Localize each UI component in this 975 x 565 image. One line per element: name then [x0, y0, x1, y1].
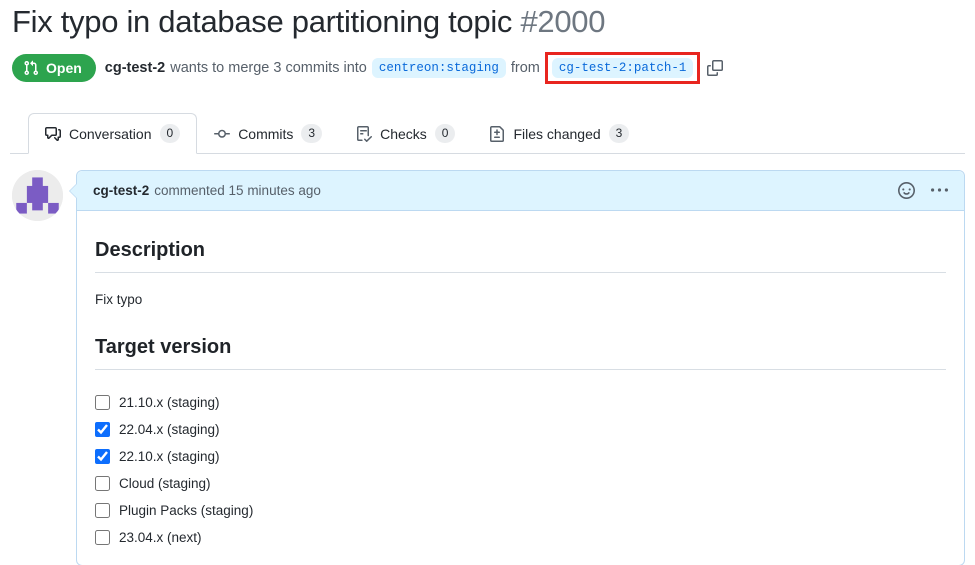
pr-number: #2000 — [520, 4, 605, 39]
task-item: 21.10.x (staging) — [95, 389, 946, 416]
comment-discussion-icon — [45, 126, 61, 142]
pr-tab-nav: Conversation 0 Commits 3 Checks 0 Files … — [10, 110, 965, 154]
comment-header: cg-test-2 commented 15 minutes ago — [77, 171, 964, 211]
git-pull-request-icon — [23, 60, 39, 76]
tab-files-changed-label: Files changed — [513, 126, 600, 142]
task-item: 22.10.x (staging) — [95, 443, 946, 470]
identicon-avatar-icon — [12, 170, 63, 221]
task-label: Plugin Packs (staging) — [119, 503, 253, 518]
tab-checks-label: Checks — [380, 126, 427, 142]
comment-menu-button[interactable] — [931, 182, 948, 199]
smiley-icon — [898, 182, 915, 199]
pr-author-link[interactable]: cg-test-2 — [105, 60, 165, 76]
head-branch-label[interactable]: cg-test-2:patch-1 — [552, 58, 694, 78]
checkbox-21-10-staging[interactable] — [95, 395, 110, 410]
description-heading: Description — [95, 239, 946, 273]
checkbox-cloud-staging[interactable] — [95, 476, 110, 491]
pr-status-row: Open cg-test-2 wants to merge 3 commits … — [12, 52, 965, 84]
comment-author-link[interactable]: cg-test-2 — [93, 183, 149, 198]
tab-conversation-label: Conversation — [69, 126, 152, 142]
pull-request-page: Fix typo in database partitioning topic … — [0, 0, 975, 565]
checkbox-plugin-packs-staging[interactable] — [95, 503, 110, 518]
task-label: Cloud (staging) — [119, 476, 211, 491]
file-diff-icon — [489, 126, 505, 142]
git-commit-icon — [214, 126, 230, 142]
pr-title: Fix typo in database partitioning topic … — [12, 4, 965, 40]
base-branch-label[interactable]: centreon:staging — [372, 58, 506, 78]
tab-commits-count: 3 — [301, 124, 322, 143]
copy-icon — [707, 60, 723, 76]
pr-status-summary: cg-test-2 wants to merge 3 commits into … — [105, 52, 726, 84]
checklist-icon — [356, 126, 372, 142]
pr-title-text: Fix typo in database partitioning topic — [12, 4, 512, 39]
target-version-list: 21.10.x (staging) 22.04.x (staging) 22.1… — [95, 389, 946, 551]
task-label: 23.04.x (next) — [119, 530, 202, 545]
pr-summary-text: wants to merge 3 commits into — [170, 60, 367, 76]
target-version-heading: Target version — [95, 336, 946, 370]
annotation-highlight-box: cg-test-2:patch-1 — [545, 52, 701, 84]
reaction-button[interactable] — [898, 182, 915, 199]
checkbox-22-10-staging[interactable] — [95, 449, 110, 464]
task-label: 22.04.x (staging) — [119, 422, 220, 437]
description-text: Fix typo — [95, 292, 946, 307]
tab-checks-count: 0 — [435, 124, 456, 143]
task-item: Plugin Packs (staging) — [95, 497, 946, 524]
checkbox-22-04-staging[interactable] — [95, 422, 110, 437]
pr-timeline: cg-test-2 commented 15 minutes ago Descr… — [10, 170, 965, 565]
checkbox-23-04-next[interactable] — [95, 530, 110, 545]
copy-branch-button[interactable] — [705, 58, 725, 78]
task-item: Cloud (staging) — [95, 470, 946, 497]
pr-comment: cg-test-2 commented 15 minutes ago Descr… — [76, 170, 965, 565]
tab-conversation-count: 0 — [160, 124, 181, 143]
tab-files-changed[interactable]: Files changed 3 — [472, 113, 646, 154]
comment-body: Description Fix typo Target version 21.1… — [77, 211, 964, 565]
tab-commits[interactable]: Commits 3 — [197, 113, 339, 154]
from-word: from — [511, 60, 540, 76]
pr-state-label: Open — [46, 60, 82, 76]
task-item: 22.04.x (staging) — [95, 416, 946, 443]
comment-actions — [898, 182, 948, 199]
pr-state-badge: Open — [12, 54, 96, 82]
tab-commits-label: Commits — [238, 126, 293, 142]
task-label: 22.10.x (staging) — [119, 449, 220, 464]
tab-files-changed-count: 3 — [609, 124, 630, 143]
kebab-horizontal-icon — [931, 182, 948, 199]
comment-meta: commented 15 minutes ago — [154, 183, 321, 198]
tab-conversation[interactable]: Conversation 0 — [28, 113, 197, 154]
task-label: 21.10.x (staging) — [119, 395, 220, 410]
task-item: 23.04.x (next) — [95, 524, 946, 551]
tab-checks[interactable]: Checks 0 — [339, 113, 472, 154]
avatar[interactable] — [12, 170, 63, 221]
